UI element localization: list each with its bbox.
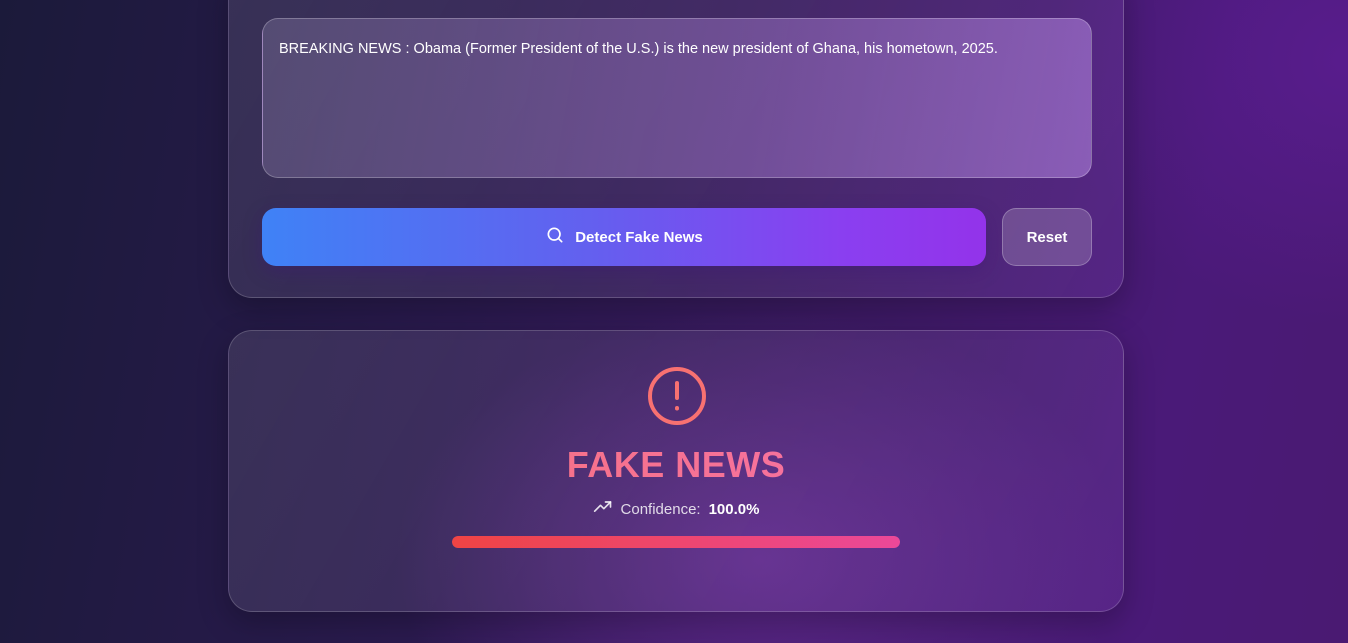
- result-card: FAKE NEWS Confidence: 100.0%: [228, 330, 1124, 612]
- trending-up-icon: [593, 497, 613, 521]
- confidence-row: Confidence: 100.0%: [229, 497, 1123, 521]
- detect-fake-news-button[interactable]: Detect Fake News: [262, 208, 986, 266]
- search-icon: [545, 225, 565, 249]
- detect-button-label: Detect Fake News: [575, 228, 703, 246]
- alert-circle-icon: [646, 365, 708, 427]
- reset-button-label: Reset: [1026, 228, 1068, 246]
- input-card: BREAKING NEWS : Obama (Former President …: [228, 0, 1124, 298]
- confidence-label: Confidence:: [620, 500, 701, 518]
- news-textarea[interactable]: BREAKING NEWS : Obama (Former President …: [262, 18, 1092, 178]
- confidence-value: 100.0%: [708, 500, 760, 518]
- confidence-progress-fill: [452, 536, 900, 548]
- result-label: FAKE NEWS: [229, 445, 1123, 485]
- reset-button[interactable]: Reset: [1002, 208, 1092, 266]
- confidence-progress-bar: [452, 536, 900, 548]
